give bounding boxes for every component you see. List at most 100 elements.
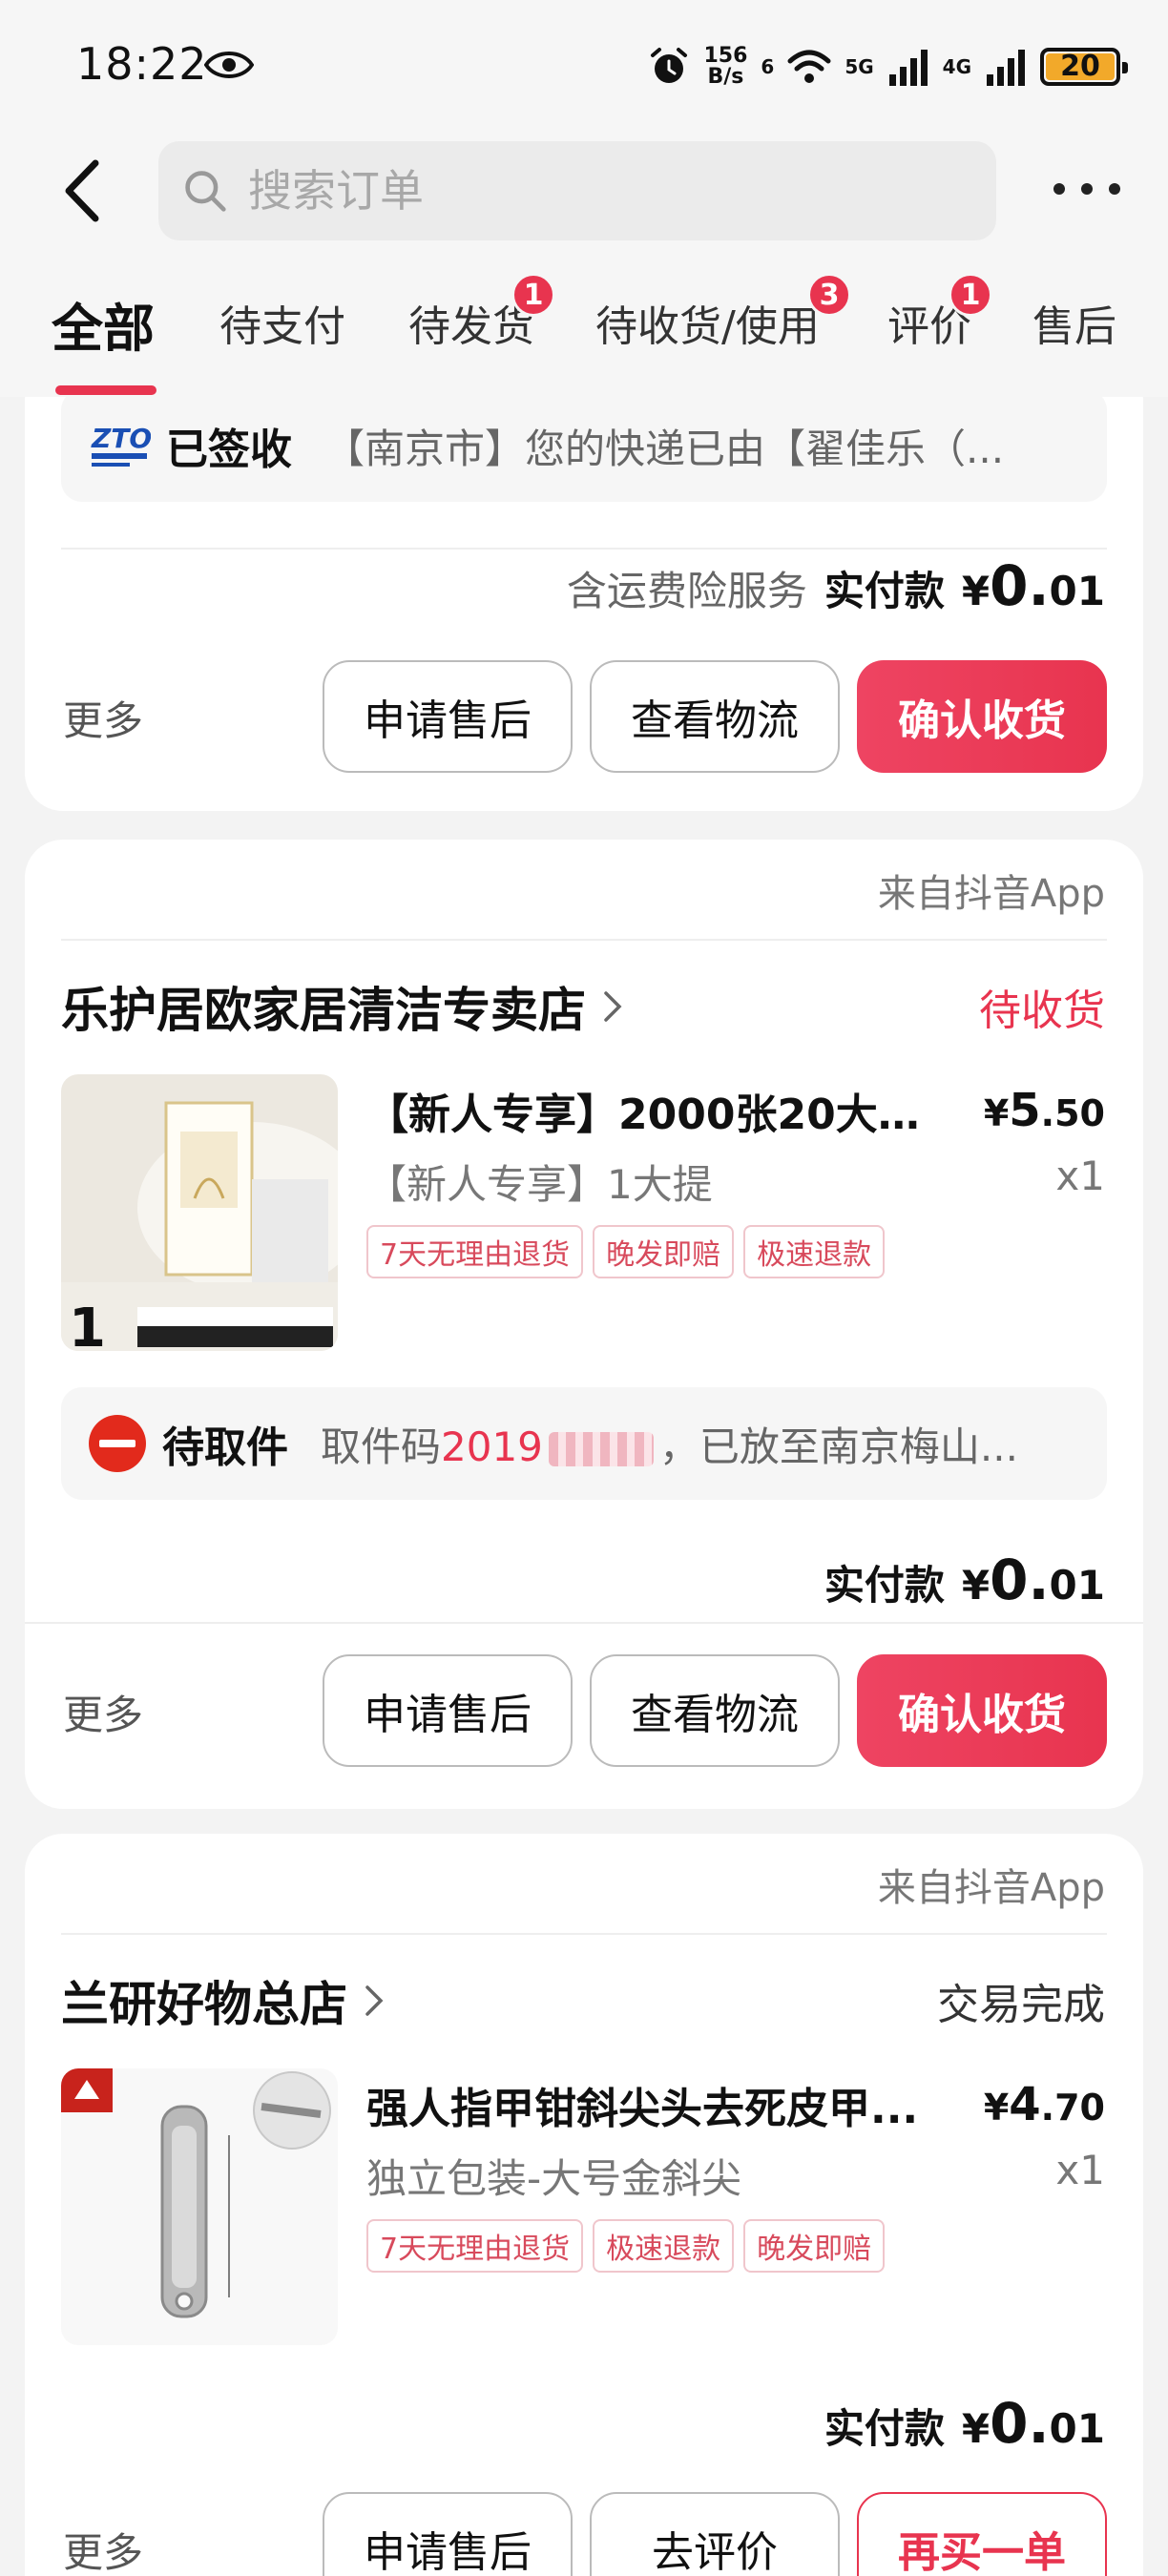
logistics-bar[interactable]: ZTO 已签收 【南京市】您的快递已由【翟佳乐（...	[61, 389, 1107, 502]
tab-all[interactable]: 全部	[52, 286, 155, 362]
apply-after-sales-button[interactable]: 申请售后	[323, 660, 573, 773]
amount-integer: 0.	[990, 553, 1050, 618]
pickup-code-info: 取件码2019 ，已放至南京梅山...	[321, 1415, 1018, 1473]
order-source: 来自抖音App	[877, 872, 1105, 916]
confirm-receipt-button[interactable]: 确认收货	[857, 660, 1107, 773]
divider	[25, 1622, 1143, 1624]
service-tags: 7天无理由退货 极速退款 晚发即赔	[366, 2219, 886, 2273]
paid-amount-label: 实付款	[824, 568, 945, 614]
order-status: 待收货	[979, 987, 1105, 1035]
product-title[interactable]: 强人指甲钳斜尖头去死皮甲...	[366, 2074, 939, 2135]
buy-again-button[interactable]: 再买一单	[857, 2492, 1107, 2576]
more-link[interactable]: 更多	[63, 2521, 143, 2576]
dot-icon	[1081, 183, 1093, 195]
amount-decimal: 01	[1049, 1562, 1105, 1609]
order-source: 来自抖音App	[877, 1866, 1105, 1910]
status-icons: 156 B/s 6 5G 4G 20	[648, 38, 1128, 95]
product-item[interactable]: 强人指甲钳斜尖头去死皮甲... ¥4.70 独立包装-大号金斜尖 x1 7天无理…	[61, 2068, 1105, 2345]
tab-review[interactable]: 评价 1	[887, 273, 992, 353]
service-tag: 7天无理由退货	[366, 2219, 584, 2273]
product-title[interactable]: 【新人专享】2000张20大提...	[366, 1080, 939, 1141]
svg-text:1: 1	[69, 1298, 106, 1351]
net-speed: 156 B/s	[703, 46, 747, 88]
currency-symbol: ¥	[983, 2087, 1010, 2129]
order-status: 交易完成	[937, 1981, 1105, 2029]
order-actions: 更多 申请售后 去评价 再买一单	[25, 2492, 1143, 2576]
order-list-page: 18:22 156 B/s 6 5G 4G 20 搜索订单 全部 待支付 待发货…	[0, 0, 1168, 2576]
status-bar: 18:22 156 B/s 6 5G 4G 20	[0, 0, 1168, 134]
product-price: ¥5.50	[984, 1084, 1105, 1137]
price-integer: 5	[1009, 1084, 1041, 1137]
order-card: ZTO 已签收 【南京市】您的快递已由【翟佳乐（... 含运费险服务 实付款 ¥…	[25, 363, 1143, 811]
tab-pending-shipment[interactable]: 待发货 1	[408, 273, 555, 353]
divider	[61, 939, 1107, 941]
search-box[interactable]	[158, 141, 996, 240]
product-price: ¥4.70	[984, 2078, 1105, 2131]
tab-pending-receipt[interactable]: 待收货/使用 3	[595, 273, 851, 353]
price-decimal: .50	[1040, 1092, 1105, 1134]
logistics-detail: 【南京市】您的快递已由【翟佳乐（...	[324, 425, 1005, 472]
shop-name[interactable]: 乐护居欧家居清洁专卖店	[61, 972, 622, 1041]
amount-decimal: 01	[1049, 2405, 1105, 2452]
service-tag: 7天无理由退货	[366, 1225, 584, 1278]
logistics-bar[interactable]: 待取件 取件码2019 ，已放至南京梅山...	[61, 1387, 1107, 1500]
amount-integer: 0.	[990, 2391, 1050, 2456]
chevron-left-icon	[65, 159, 99, 222]
price-integer: 4	[1009, 2078, 1041, 2131]
currency-symbol: ¥	[961, 2405, 991, 2452]
write-review-button[interactable]: 去评价	[590, 2492, 840, 2576]
tab-badge: 1	[949, 273, 992, 317]
payment-summary: 实付款 ¥0.01	[824, 2391, 1105, 2456]
apply-after-sales-button[interactable]: 申请售后	[323, 1654, 573, 1767]
chevron-right-icon	[604, 991, 622, 1022]
product-quantity: x1	[1055, 1153, 1105, 1199]
shop-row[interactable]: 兰研好物总店 交易完成	[61, 1967, 1105, 2034]
order-card: 来自抖音App 乐护居欧家居清洁专卖店 待收货 1 【新人专享】2000张20大…	[25, 840, 1143, 1809]
battery-level: 20	[1046, 52, 1115, 81]
search-input[interactable]	[248, 165, 996, 217]
signal-4g-label: 4G	[942, 55, 971, 78]
dot-icon	[1053, 183, 1065, 195]
tab-pending-payment[interactable]: 待支付	[219, 292, 345, 353]
currency-symbol: ¥	[961, 1562, 991, 1609]
paid-amount-label: 实付款	[824, 2405, 945, 2452]
tab-label: 售后	[1032, 302, 1116, 351]
product-thumbnail[interactable]: 1	[61, 1074, 338, 1351]
service-tag: 极速退款	[593, 2219, 735, 2273]
more-link[interactable]: 更多	[63, 1683, 143, 1741]
back-button[interactable]	[53, 153, 111, 229]
more-options-button[interactable]	[1053, 170, 1120, 208]
tab-after-sales[interactable]: 售后	[1032, 292, 1116, 353]
paid-amount: ¥0.01	[962, 553, 1105, 618]
logistics-status: 已签收	[166, 426, 292, 474]
chevron-right-icon	[365, 1985, 384, 2016]
price-decimal: .70	[1040, 2087, 1105, 2129]
shop-name[interactable]: 兰研好物总店	[61, 1966, 384, 2035]
tab-badge: 3	[807, 273, 851, 317]
search-icon	[185, 171, 226, 212]
confirm-receipt-button[interactable]: 确认收货	[857, 1654, 1107, 1767]
service-tag: 极速退款	[743, 1225, 886, 1278]
paid-amount: ¥0.01	[962, 2391, 1105, 2456]
shop-row[interactable]: 乐护居欧家居清洁专卖店 待收货	[61, 973, 1105, 1040]
pickup-code-label: 取件码	[321, 1423, 442, 1470]
currency-symbol: ¥	[961, 568, 991, 614]
tab-label: 待发货	[408, 302, 534, 351]
apply-after-sales-button[interactable]: 申请售后	[323, 2492, 573, 2576]
view-logistics-button[interactable]: 查看物流	[590, 1654, 840, 1767]
tab-badge: 1	[511, 273, 555, 317]
eye-icon	[204, 52, 254, 78]
view-logistics-button[interactable]: 查看物流	[590, 660, 840, 773]
redacted-code-icon	[548, 1432, 654, 1466]
wifi-label: 6	[761, 55, 775, 78]
product-thumbnail[interactable]	[61, 2068, 338, 2345]
header: 18:22 156 B/s 6 5G 4G 20 搜索订单 全部 待支付 待发货…	[0, 0, 1168, 397]
amount-decimal: 01	[1049, 568, 1105, 614]
svg-text:ZTO: ZTO	[91, 423, 151, 454]
product-item[interactable]: 1 【新人专享】2000张20大提... ¥5.50 【新人专享】1大提 x1 …	[61, 1074, 1105, 1351]
product-spec: 【新人专享】1大提	[366, 1161, 713, 1208]
more-link[interactable]: 更多	[63, 689, 143, 747]
wifi-icon	[787, 50, 831, 83]
clock: 18:22	[76, 38, 208, 90]
divider	[61, 548, 1107, 550]
